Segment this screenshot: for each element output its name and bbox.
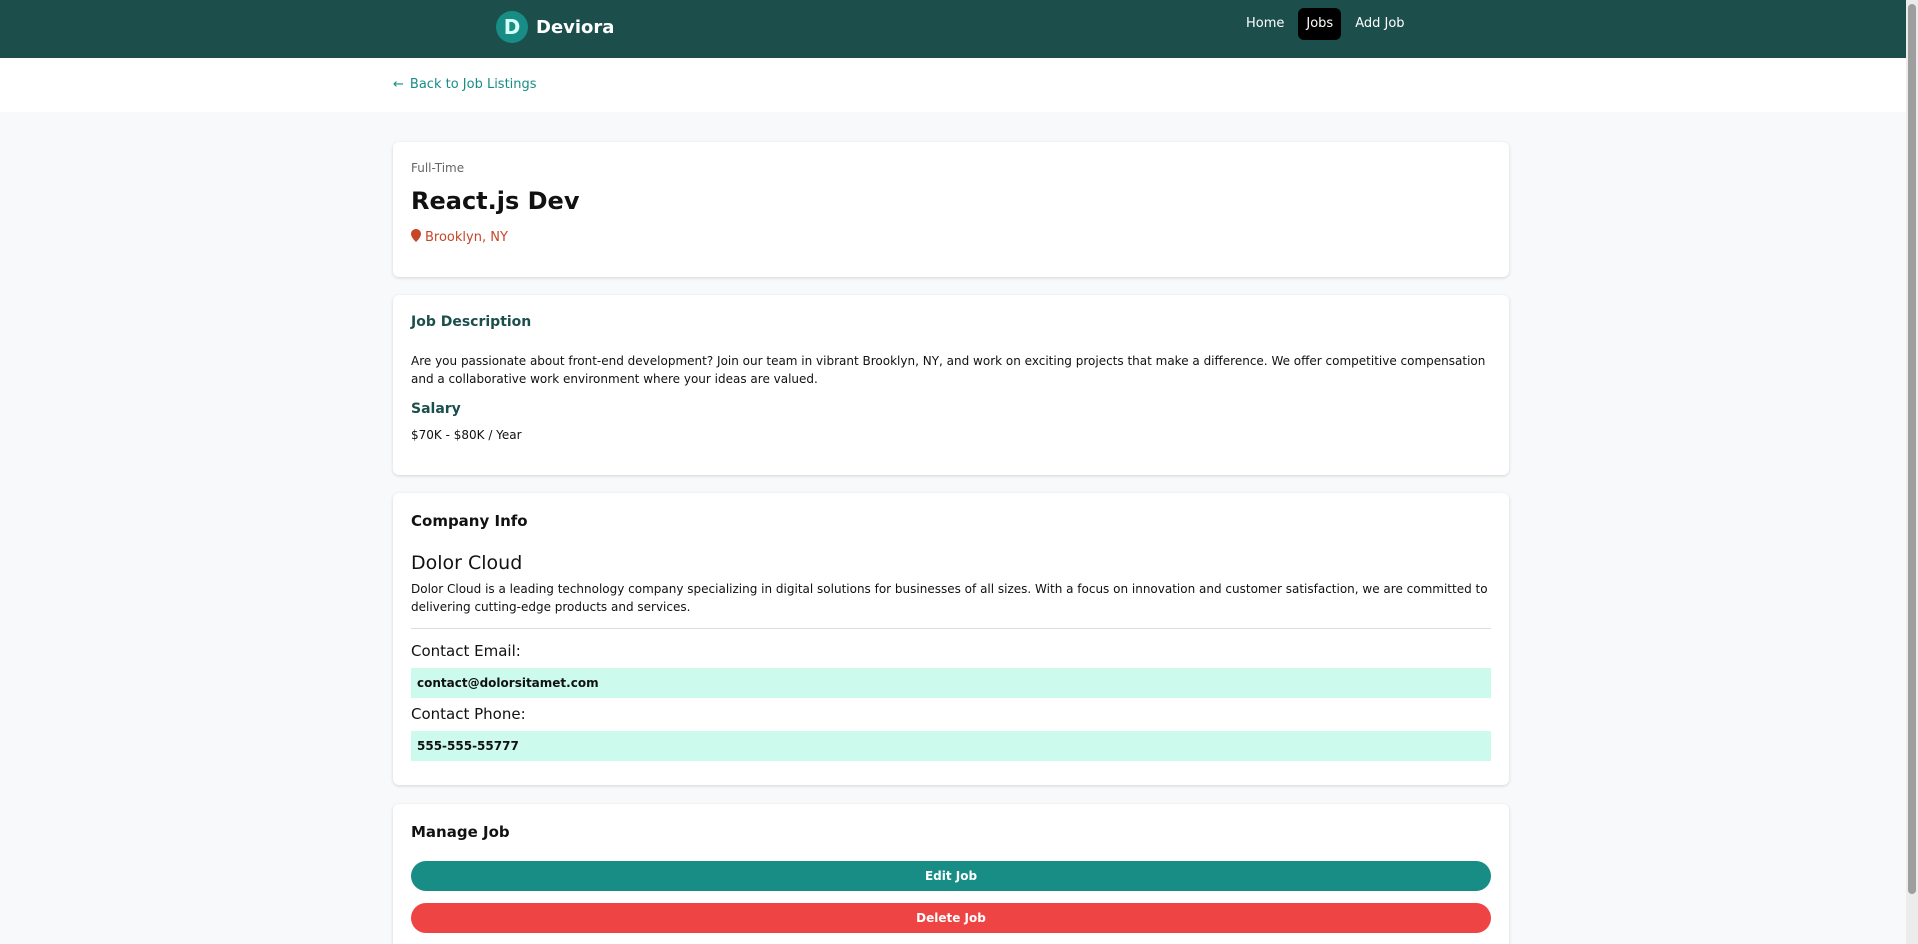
job-description-text: Are you passionate about front-end devel… — [411, 354, 1486, 386]
back-link-label: Back to Job Listings — [409, 77, 537, 92]
salary-heading: Salary — [411, 401, 461, 417]
nav-link-add-job[interactable]: Add Job — [1347, 8, 1412, 40]
page-scrollbar[interactable] — [1906, 0, 1918, 944]
manage-job-card: Manage Job Edit Job Delete Job — [393, 804, 1509, 944]
job-location: Brooklyn, NY — [411, 229, 508, 246]
brand[interactable]: D Deviora — [496, 11, 614, 43]
divider — [411, 628, 1491, 629]
manage-job-heading: Manage Job — [411, 823, 510, 841]
edit-job-button[interactable]: Edit Job — [411, 861, 1491, 891]
brand-name: Deviora — [536, 16, 615, 38]
back-bar: ← Back to Job Listings — [0, 58, 1906, 112]
description-heading: Job Description — [411, 314, 532, 330]
delete-job-button[interactable]: Delete Job — [411, 903, 1491, 933]
job-header-card: Full-Time React.js Dev Brooklyn, NY — [393, 142, 1509, 277]
map-pin-icon — [411, 229, 421, 246]
nav-link-jobs[interactable]: Jobs — [1298, 8, 1342, 40]
contact-email-value: contact@dolorsitamet.com — [411, 668, 1491, 698]
top-navbar: D Deviora Home Jobs Add Job — [0, 0, 1906, 58]
back-to-listings-link[interactable]: ← Back to Job Listings — [393, 77, 537, 92]
contact-email-label: Contact Email: — [411, 642, 521, 660]
salary-value: $70K - $80K / Year — [411, 428, 522, 442]
job-description-card: Job Description Are you passionate about… — [393, 295, 1509, 475]
company-info-heading: Company Info — [411, 512, 528, 530]
company-name: Dolor Cloud — [411, 552, 523, 574]
contact-phone-value: 555-555-55777 — [411, 731, 1491, 761]
arrow-left-icon: ← — [393, 77, 404, 92]
job-title: React.js Dev — [411, 187, 580, 215]
company-description: Dolor Cloud is a leading technology comp… — [411, 582, 1488, 614]
scrollbar-thumb[interactable] — [1908, 4, 1916, 894]
nav-links: Home Jobs Add Job — [1238, 8, 1419, 40]
company-info-card: Company Info Dolor Cloud Dolor Cloud is … — [393, 493, 1509, 785]
nav-link-home[interactable]: Home — [1238, 8, 1292, 40]
contact-phone-label: Contact Phone: — [411, 705, 526, 723]
job-type: Full-Time — [411, 161, 465, 175]
job-location-text: Brooklyn, NY — [425, 230, 508, 245]
brand-logo: D — [496, 11, 528, 43]
